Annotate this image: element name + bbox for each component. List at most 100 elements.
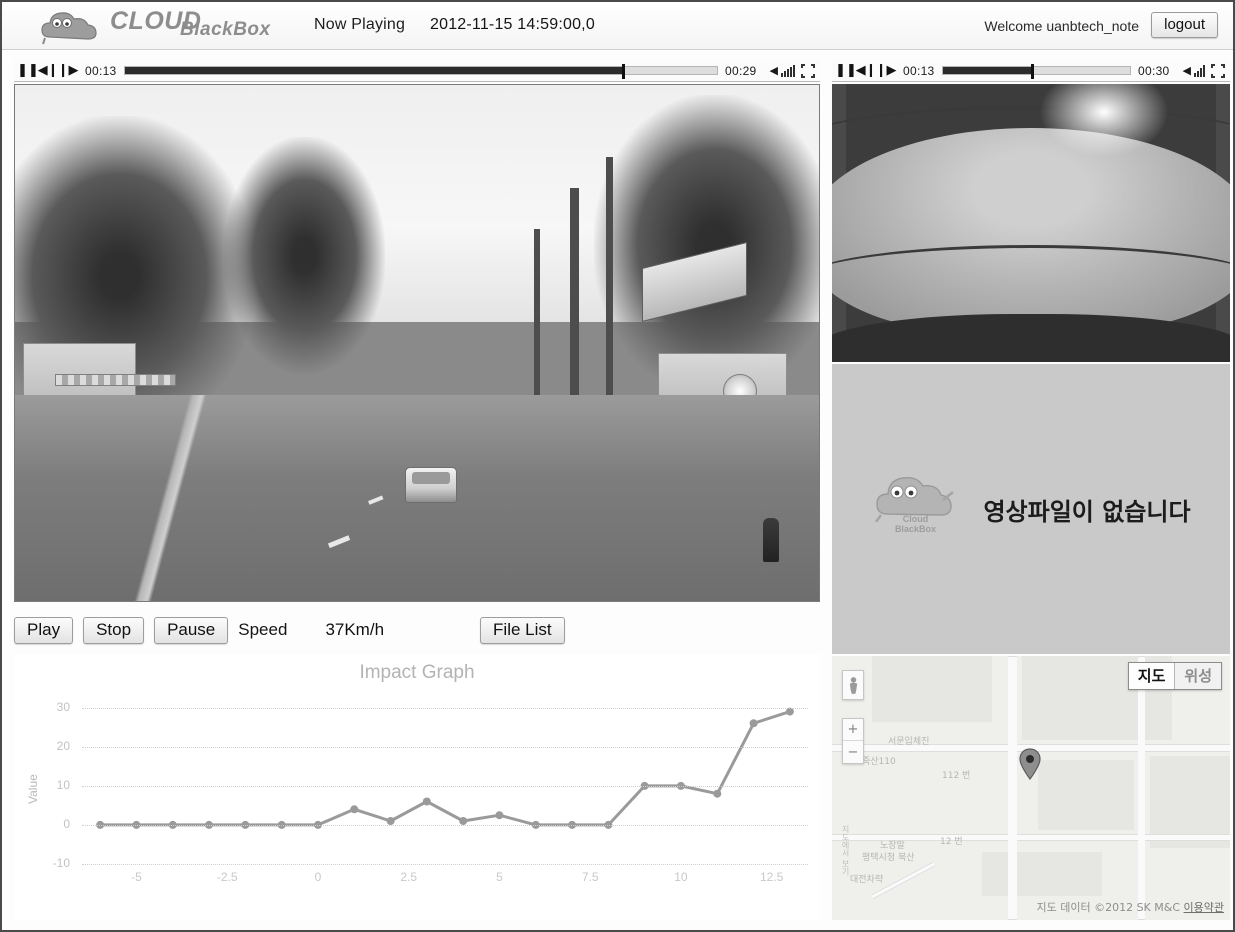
video-road-edge xyxy=(15,394,305,601)
map-place-label: 평택시청 북산 xyxy=(862,853,915,863)
chart-series-line xyxy=(96,707,794,829)
chart-plot-area xyxy=(82,696,808,865)
chart-x-tick-label: -5 xyxy=(131,870,142,884)
chart-data-point xyxy=(785,707,794,716)
chart-x-tick-label: 0 xyxy=(314,870,322,884)
map-panel[interactable]: 서문입체진 죽산110 112 번 노장말 평택시청 북산 대전차략 12 번 지도 위성 … xyxy=(832,656,1230,920)
app-header: CLOUD BlackBox Now Playing 2012-11-15 14… xyxy=(2,2,1233,50)
next-icon[interactable]: ❙▶ xyxy=(58,62,79,80)
chart-y-tick-label: 0 xyxy=(63,816,70,831)
video-trees-center xyxy=(224,136,385,374)
fullscreen-icon[interactable] xyxy=(1211,63,1225,78)
chart-gridline xyxy=(82,824,808,826)
speaker-icon[interactable]: ◀ xyxy=(770,64,778,77)
sub-video-view[interactable] xyxy=(832,84,1230,362)
now-playing-label: Now Playing xyxy=(314,16,406,33)
main-total-time: 00:29 xyxy=(725,63,757,78)
chart-x-tick-label: 12.5 xyxy=(760,870,784,884)
chart-x-tick-label: -2.5 xyxy=(216,870,238,884)
map-block xyxy=(872,656,992,722)
nofile-logo-caption: Cloud BlackBox xyxy=(894,514,936,534)
zoom-out-button[interactable]: − xyxy=(843,741,863,763)
sub-current-time: 00:13 xyxy=(903,63,935,78)
video-pedestrian xyxy=(762,518,779,563)
speaker-icon[interactable]: ◀ xyxy=(1183,64,1191,77)
chart-data-point xyxy=(713,789,722,798)
main-video-view[interactable] xyxy=(14,84,820,602)
map-zoom-control[interactable]: + − xyxy=(842,718,864,764)
impact-graph-panel: Impact Graph Value 30 20 10 0 -10 -5 -2.5 0 2.5… xyxy=(14,654,820,920)
map-place-label: 죽산110 xyxy=(862,757,896,767)
no-video-file-message: 영상파일이 없습니다 xyxy=(983,497,1191,526)
street-view-pegman-icon[interactable] xyxy=(842,670,864,700)
video-vehicle-ahead xyxy=(404,466,457,503)
map-attribution-text: 지도 데이터 ©2012 SK M&C xyxy=(1036,901,1181,914)
map-type-toggle[interactable]: 지도 위성 xyxy=(1127,662,1222,690)
chart-x-tick-label: 7.5 xyxy=(581,870,599,884)
volume-level-bars[interactable] xyxy=(781,64,795,77)
chart-x-tick-label: 2.5 xyxy=(400,870,418,884)
map-place-label: 서문입체진 xyxy=(888,737,930,747)
map-road-vertical xyxy=(1138,656,1145,920)
chart-data-point xyxy=(459,817,468,825)
sub-total-time: 00:30 xyxy=(1138,63,1170,78)
pause-icon[interactable]: ❚❚ xyxy=(835,62,857,80)
main-seek-bar[interactable] xyxy=(123,64,718,79)
file-list-button[interactable]: File List xyxy=(480,616,565,644)
cloud-blackbox-app: CLOUD BlackBox Now Playing 2012-11-15 14… xyxy=(0,0,1235,932)
chart-title: Impact Graph xyxy=(359,662,475,683)
chart-y-tick-label: 20 xyxy=(56,738,70,753)
cloud-blackbox-logo-icon: Cloud BlackBox xyxy=(871,470,957,548)
zoom-in-button[interactable]: + xyxy=(843,719,863,741)
chart-data-point xyxy=(495,811,504,820)
play-button[interactable]: Play xyxy=(14,616,74,644)
map-block xyxy=(982,852,1102,896)
map-place-label: 12 번 xyxy=(940,837,963,847)
brand-blackbox-text: BlackBox xyxy=(180,19,271,40)
next-icon[interactable]: ❙▶ xyxy=(876,62,897,80)
stop-button[interactable]: Stop xyxy=(83,616,145,644)
chart-data-point xyxy=(749,719,758,728)
chart-data-point xyxy=(386,817,395,825)
map-scale-label: 지도에서 보기 xyxy=(841,825,850,876)
playback-timestamp: 2012-11-15 14:59:00,0 xyxy=(430,16,595,33)
pause-icon[interactable]: ❚❚ xyxy=(17,62,39,80)
no-video-file-panel: Cloud BlackBox 영상파일이 없습니다 xyxy=(832,364,1230,654)
video-awning xyxy=(55,373,176,386)
volume-level-bars[interactable] xyxy=(1194,64,1205,77)
chart-y-tick-label: 30 xyxy=(56,699,70,714)
main-seek-knob[interactable] xyxy=(622,64,626,79)
chart-gridline xyxy=(82,785,808,787)
logout-button[interactable]: logout xyxy=(1151,12,1218,38)
chart-gridline xyxy=(82,864,808,865)
sub-player-control-bar: ❚❚ ◀❙ ❙▶ 00:13 00:30 ◀ xyxy=(832,60,1230,82)
map-block xyxy=(1038,760,1134,830)
fullscreen-icon[interactable] xyxy=(801,63,815,78)
speed-value: 37Km/h xyxy=(325,620,385,639)
map-road-vertical xyxy=(1008,656,1017,920)
map-terms-link[interactable]: 이용약관 xyxy=(1184,901,1224,914)
sub-volume-control[interactable]: ◀ xyxy=(1183,64,1205,77)
map-type-map-button[interactable]: 지도 xyxy=(1128,663,1175,689)
previous-icon[interactable]: ◀❙ xyxy=(38,62,59,80)
chart-line xyxy=(100,710,791,827)
sub-seek-bar[interactable] xyxy=(941,64,1131,79)
speed-label: Speed xyxy=(238,620,288,639)
chart-x-tick-label: 10 xyxy=(674,870,688,884)
chart-data-point xyxy=(350,805,359,814)
chart-gridline xyxy=(82,707,808,709)
map-location-marker-icon[interactable] xyxy=(1018,748,1042,780)
map-type-satellite-button[interactable]: 위성 xyxy=(1174,663,1221,689)
pause-button[interactable]: Pause xyxy=(154,616,229,644)
playback-controls-row: Play Stop Pause Speed 37Km/h File List xyxy=(14,614,820,646)
previous-icon[interactable]: ◀❙ xyxy=(856,62,877,80)
chart-gridline xyxy=(82,746,808,748)
map-place-label: 112 번 xyxy=(942,771,971,781)
video-trees-right xyxy=(593,95,819,395)
sub-seek-knob[interactable] xyxy=(1030,64,1034,79)
main-volume-control[interactable]: ◀ xyxy=(770,64,795,77)
main-current-time: 00:13 xyxy=(85,63,117,78)
main-seek-fill xyxy=(124,67,623,74)
cloud-blackbox-logo-icon xyxy=(38,7,100,45)
map-place-label: 대전차략 xyxy=(850,875,884,885)
